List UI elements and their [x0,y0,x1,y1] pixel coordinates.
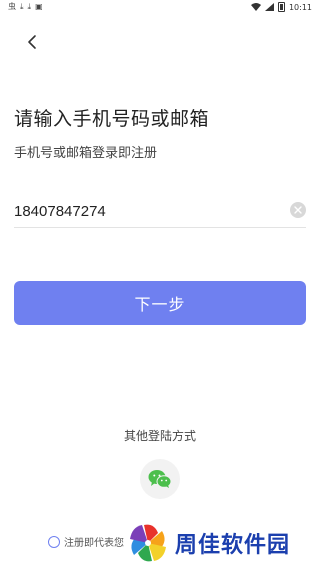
agreement-checkbox[interactable] [48,535,60,548]
notification-icon: 虫 [8,2,16,11]
back-button[interactable] [18,28,46,56]
other-login-label: 其他登陆方式 [123,429,196,443]
status-right: 10:11 [250,2,312,12]
pinwheel-logo-icon [130,524,166,562]
next-button[interactable]: 下一步 [14,281,306,325]
signal-icon [264,3,274,11]
status-bar: 虫 ⤓ ⤓ ▣ 10:11 [0,0,320,14]
page-subtitle: 手机号或邮箱登录即注册 [14,146,158,161]
sim-icon: ▣ [35,2,43,11]
download-icon: ⤓ [20,2,24,11]
page-title: 请输入手机号码或邮箱 [14,108,210,130]
phone-field-row [14,196,306,228]
agreement-text: 注册即代表您 [64,538,124,549]
clear-input-button[interactable] [290,202,306,218]
status-time: 10:11 [288,2,312,12]
agreement-row: 注册即代表您 [48,534,124,549]
wifi-icon [250,3,261,11]
download-icon: ⤓ [27,2,32,11]
watermark: 周佳软件园 [127,522,290,564]
chevron-left-icon [28,35,36,49]
battery-icon [277,2,285,12]
close-icon [294,206,302,214]
wechat-icon [148,470,172,488]
watermark-text: 周佳软件园 [175,533,291,558]
phone-input[interactable] [14,198,274,224]
wechat-login-button[interactable] [140,459,180,499]
status-left: 虫 ⤓ ⤓ ▣ [8,2,43,12]
